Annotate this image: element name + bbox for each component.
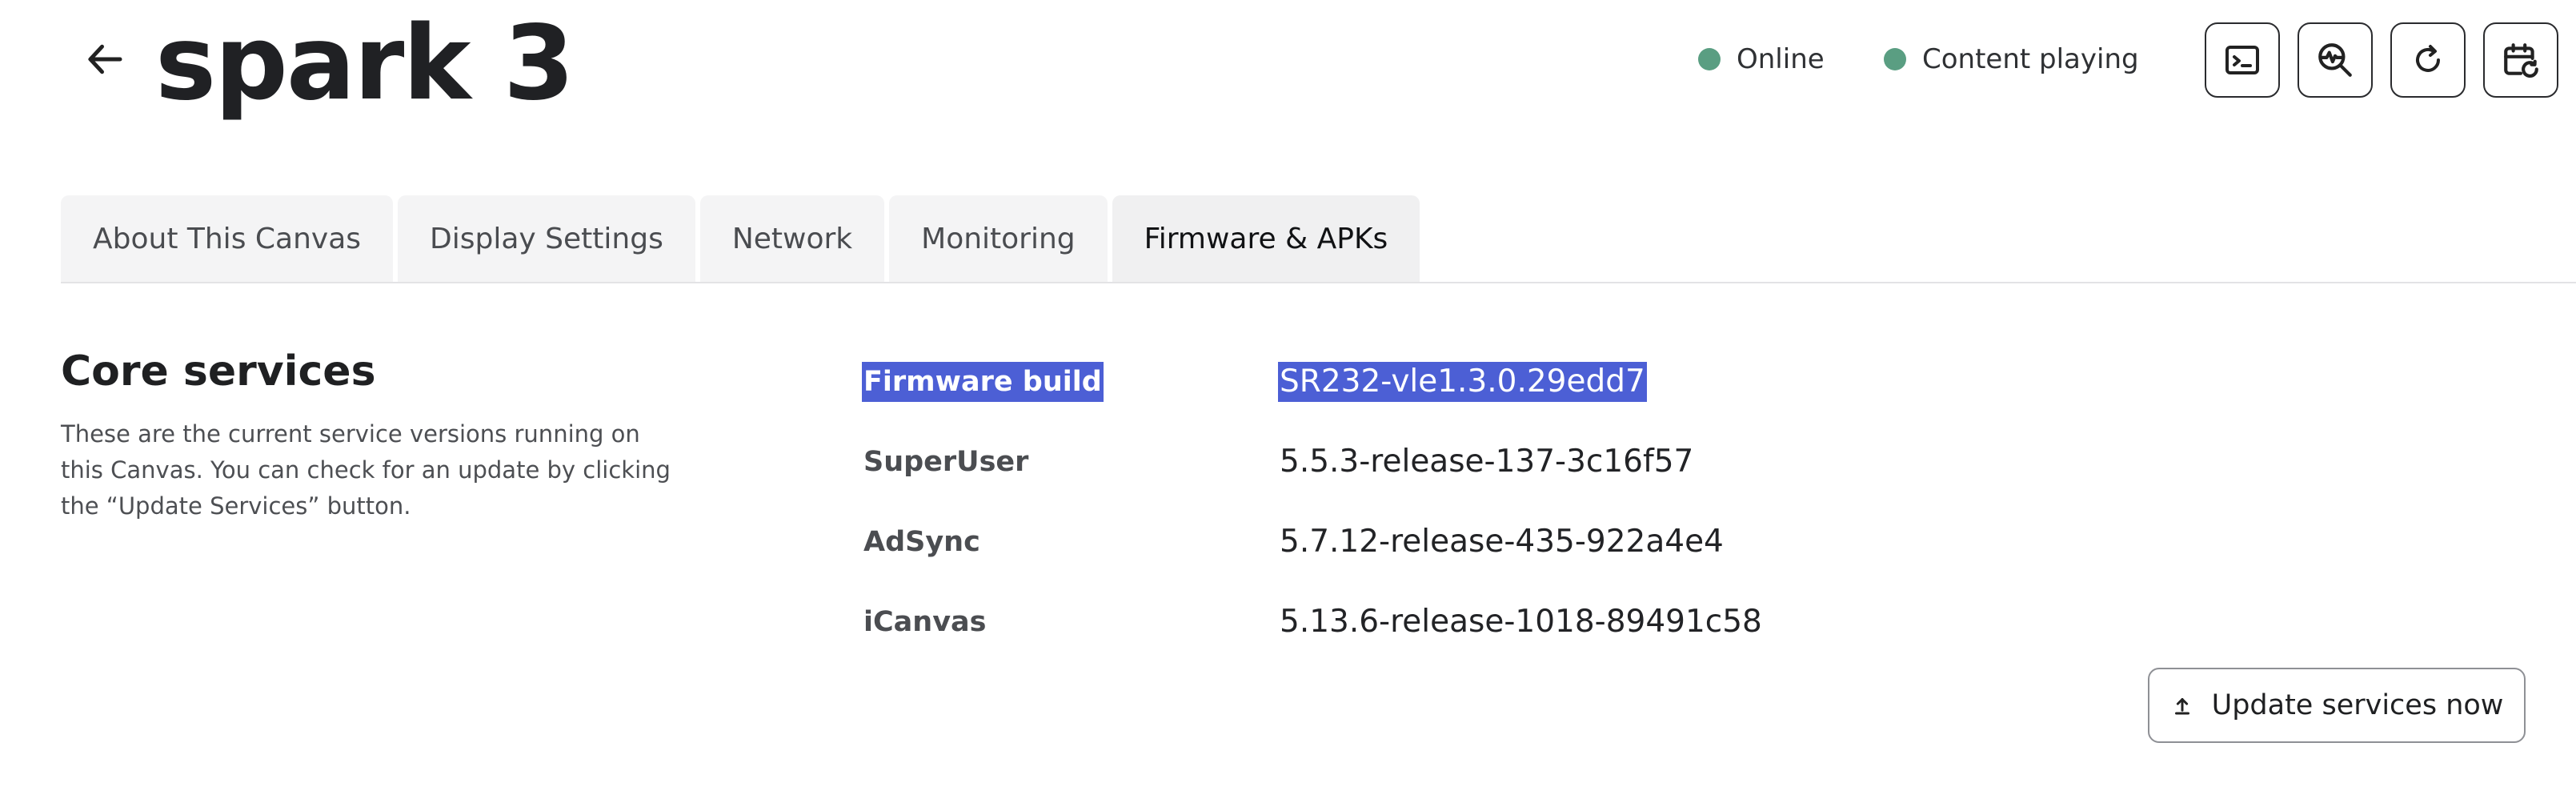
back-button[interactable] xyxy=(77,30,134,88)
upload-icon xyxy=(2174,698,2189,715)
tab-firmware-apks[interactable]: Firmware & APKs xyxy=(1112,195,1420,282)
tab-display-settings[interactable]: Display Settings xyxy=(398,195,695,282)
version-value: 5.13.6-release-1018-89491c58 xyxy=(1280,604,1762,640)
status-online-dot xyxy=(1698,48,1721,70)
status-content-playing: Content playing xyxy=(1884,43,2139,75)
page-title: spark 3 xyxy=(155,4,575,123)
tab-monitoring[interactable]: Monitoring xyxy=(889,195,1108,282)
schedule-restart-icon xyxy=(2504,43,2538,78)
version-label: AdSync xyxy=(863,526,980,558)
version-value: SR232-vle1.3.0.29edd7 xyxy=(1278,362,1647,402)
tab-network[interactable]: Network xyxy=(699,195,885,282)
section-description: These are the current service versions r… xyxy=(61,420,671,520)
status-content-dot xyxy=(1884,48,1906,70)
update-services-label: Update services now xyxy=(2211,689,2504,721)
terminal-icon xyxy=(2225,46,2259,74)
diagnostics-button[interactable] xyxy=(2298,22,2373,98)
tab-bar: About This Canvas Display Settings Netwo… xyxy=(61,195,1420,282)
update-services-button[interactable]: Update services now xyxy=(2148,668,2526,743)
diagnostics-icon xyxy=(2318,43,2352,77)
status-online: Online xyxy=(1698,43,1825,75)
version-value: 5.5.3-release-137-3c16f57 xyxy=(1280,444,1694,480)
terminal-button[interactable] xyxy=(2205,22,2280,98)
status-online-label: Online xyxy=(1737,43,1825,75)
section-title: Core services xyxy=(61,347,376,395)
tab-divider xyxy=(61,282,2576,283)
version-label: SuperUser xyxy=(863,446,1029,478)
refresh-icon xyxy=(2416,45,2440,72)
schedule-restart-button[interactable] xyxy=(2483,22,2558,98)
refresh-button[interactable] xyxy=(2390,22,2466,98)
status-content-label: Content playing xyxy=(1922,43,2139,75)
tab-about-this-canvas[interactable]: About This Canvas xyxy=(61,195,394,282)
version-value: 5.7.12-release-435-922a4e4 xyxy=(1280,524,1724,560)
arrow-left-icon xyxy=(88,44,122,74)
version-label: Firmware build xyxy=(862,362,1104,402)
version-label: iCanvas xyxy=(863,606,987,638)
